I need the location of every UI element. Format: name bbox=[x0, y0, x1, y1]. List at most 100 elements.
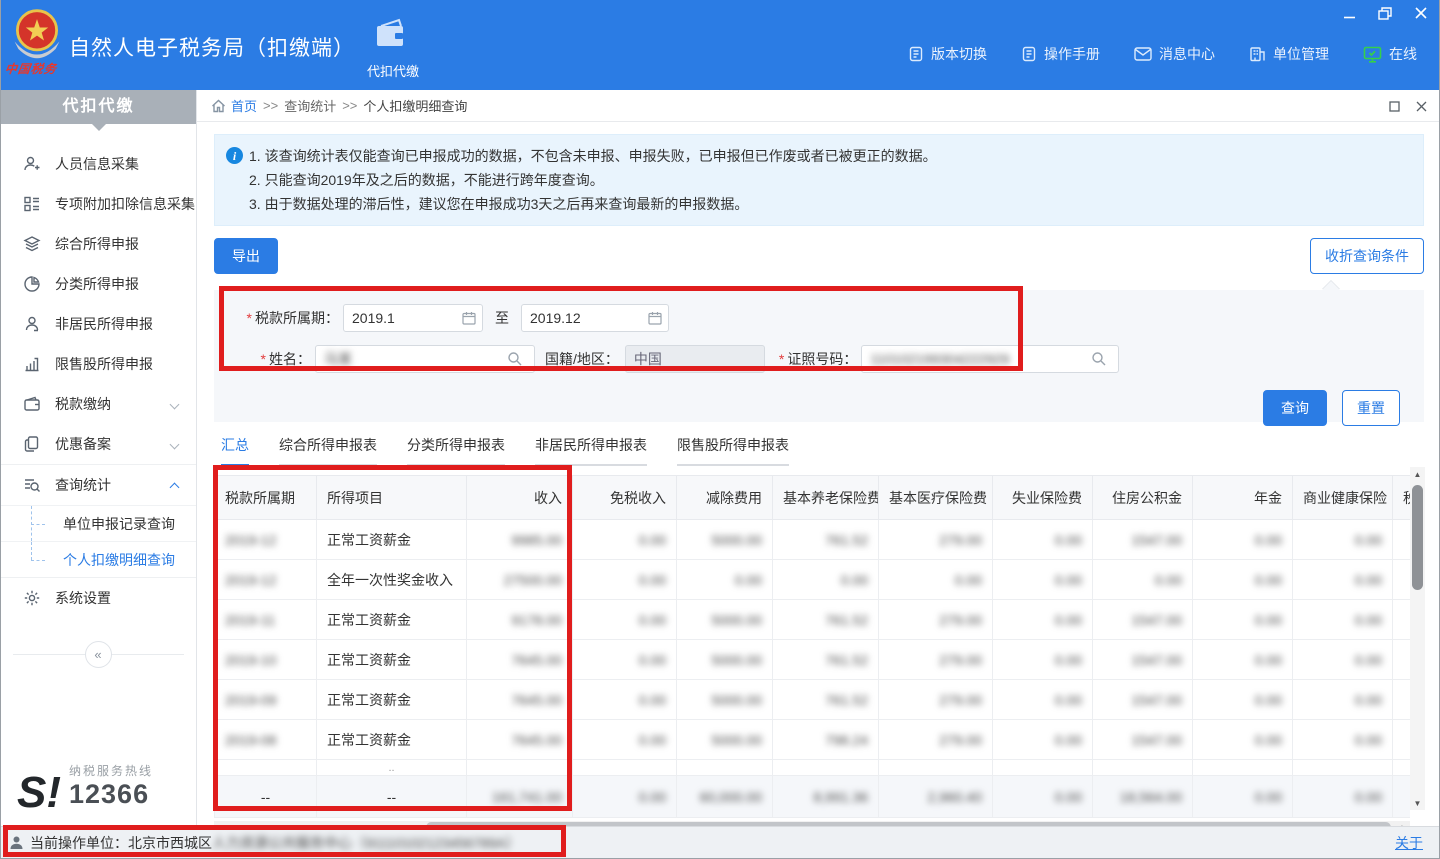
id-number-label: 证照号码： bbox=[787, 351, 857, 367]
sidebar-item-tax-payment[interactable]: 税款缴纳 bbox=[1, 384, 196, 424]
breadcrumb-separator: >> bbox=[342, 98, 357, 113]
document-icon bbox=[908, 46, 924, 62]
calendar-icon[interactable] bbox=[648, 311, 662, 325]
table-cell: 0.00 bbox=[1293, 520, 1393, 560]
chevron-down-icon bbox=[170, 399, 180, 409]
tab-restricted-shares[interactable]: 限售股所得申报表 bbox=[677, 435, 789, 466]
scroll-down-arrow[interactable]: ▼ bbox=[1410, 796, 1425, 810]
table-cell bbox=[1393, 520, 1411, 560]
table-cell: 0.00 bbox=[1293, 680, 1393, 720]
collapse-query-button[interactable]: 收折查询条件 bbox=[1310, 238, 1424, 274]
sidebar-item-restricted-shares[interactable]: 限售股所得申报 bbox=[1, 344, 196, 384]
restore-button[interactable] bbox=[1377, 6, 1393, 20]
table-cell: 0.00 bbox=[1193, 520, 1293, 560]
table-cell bbox=[1393, 720, 1411, 760]
menu-version-switch[interactable]: 版本切换 bbox=[908, 44, 987, 64]
table-cell: 161,741.00 bbox=[467, 776, 573, 818]
about-link[interactable]: 关于 bbox=[1395, 833, 1423, 853]
vertical-scrollbar[interactable]: ▲ ▼ bbox=[1410, 467, 1425, 810]
table-cell: 0.00 bbox=[1193, 680, 1293, 720]
reset-button[interactable]: 重置 bbox=[1342, 390, 1400, 426]
table-cell: 0.00 bbox=[1293, 776, 1393, 818]
period-from-field[interactable] bbox=[343, 304, 483, 332]
table-cell: 5000.00 bbox=[677, 600, 773, 640]
building-icon bbox=[1249, 46, 1266, 62]
module-label: 代扣代缴 bbox=[353, 61, 433, 80]
period-to-field[interactable] bbox=[521, 304, 669, 332]
menu-unit-management[interactable]: 单位管理 bbox=[1249, 44, 1329, 64]
sidebar-subitem-unit-declare-query[interactable]: 单位申报记录查询 bbox=[1, 505, 196, 541]
name-label: 姓名： bbox=[269, 351, 311, 367]
vertical-scroll-thumb[interactable] bbox=[1412, 485, 1423, 590]
period-to-input[interactable] bbox=[522, 305, 668, 331]
breadcrumb-home[interactable]: 首页 bbox=[231, 96, 257, 115]
tab-summary[interactable]: 汇总 bbox=[221, 435, 249, 466]
table-cell: 7645.00 bbox=[467, 720, 573, 760]
name-field[interactable] bbox=[315, 345, 535, 373]
sidebar-subitem-label: 个人扣缴明细查询 bbox=[63, 550, 175, 570]
notice-line: 2. 只能查询2019年及之后的数据，不能进行跨年度查询。 bbox=[249, 168, 1407, 192]
table-cell bbox=[1393, 760, 1411, 776]
table-cell: 正常工资薪金 bbox=[317, 680, 467, 720]
sidebar-collapse-button[interactable]: « bbox=[85, 641, 112, 668]
sidebar-item-special-deduction[interactable]: 专项附加扣除信息采集 bbox=[1, 184, 196, 224]
id-number-input[interactable] bbox=[862, 346, 1118, 372]
sidebar-subitem-personal-withholding-query[interactable]: 个人扣缴明细查询 bbox=[1, 541, 196, 577]
sidebar-item-classified-income[interactable]: 分类所得申报 bbox=[1, 264, 196, 304]
search-icon[interactable] bbox=[507, 351, 523, 367]
table-cell: 正常工资薪金 bbox=[317, 600, 467, 640]
info-icon: i bbox=[226, 147, 243, 164]
close-button[interactable] bbox=[1413, 6, 1429, 20]
table-cell: 5000.00 bbox=[677, 640, 773, 680]
calendar-icon[interactable] bbox=[462, 311, 476, 325]
id-number-field[interactable] bbox=[861, 345, 1119, 373]
online-status[interactable]: 在线 bbox=[1363, 44, 1417, 64]
sidebar: 代扣代缴 人员信息采集 专项附加扣除信息采集 bbox=[1, 90, 197, 826]
table-cell: 7645.00 bbox=[467, 640, 573, 680]
period-label: 税款所属期： bbox=[255, 310, 339, 326]
tab-nonresident-income[interactable]: 非居民所得申报表 bbox=[535, 435, 647, 466]
sidebar-item-comprehensive-income[interactable]: 综合所得申报 bbox=[1, 224, 196, 264]
table-cell: 1547.00 bbox=[1093, 600, 1193, 640]
table-cell: 0.00 bbox=[993, 600, 1093, 640]
panel-maximize-button[interactable] bbox=[1389, 101, 1400, 112]
sidebar-item-query-statistics[interactable]: 查询统计 bbox=[1, 465, 196, 505]
menu-message-center[interactable]: 消息中心 bbox=[1134, 44, 1215, 64]
name-input[interactable] bbox=[316, 346, 534, 372]
table-row: 2019-08正常工资薪金7645.000.005000.00798.24279… bbox=[215, 720, 1411, 760]
table-cell: 0.00 bbox=[573, 680, 677, 720]
user-icon bbox=[9, 835, 24, 850]
table-cell: 0.00 bbox=[573, 560, 677, 600]
table-cell: 0.00 bbox=[573, 600, 677, 640]
minimize-button[interactable] bbox=[1341, 6, 1357, 20]
chevron-down-icon bbox=[170, 439, 180, 449]
search-button[interactable]: 查询 bbox=[1263, 390, 1327, 426]
scroll-up-arrow[interactable]: ▲ bbox=[1410, 467, 1425, 481]
table-cell: 2019-12 bbox=[215, 560, 317, 600]
nationality-input bbox=[626, 346, 764, 372]
envelope-icon bbox=[1134, 47, 1152, 61]
current-unit-blurred: 人力资源公共服务中心（91110102123456789A） bbox=[212, 833, 520, 853]
sidebar-item-preference-filing[interactable]: 优惠备案 bbox=[1, 424, 196, 464]
table-cell: 761.52 bbox=[773, 640, 879, 680]
table-cell: 2019-12 bbox=[215, 520, 317, 560]
nationality-field bbox=[625, 345, 765, 373]
menu-label: 操作手册 bbox=[1044, 44, 1100, 64]
search-icon[interactable] bbox=[1091, 351, 1107, 367]
table-cell: 0.00 bbox=[1293, 560, 1393, 600]
table-header: 税款所属期所得项目收入免税收入减除费用基本养老保险费基本医疗保险费失业保险费住房… bbox=[215, 476, 1411, 520]
menu-manual[interactable]: 操作手册 bbox=[1021, 44, 1100, 64]
report-tabs: 汇总 综合所得申报表 分类所得申报表 非居民所得申报表 限售股所得申报表 bbox=[221, 435, 1424, 466]
export-button[interactable]: 导出 bbox=[214, 238, 278, 274]
sidebar-item-system-settings[interactable]: 系统设置 bbox=[1, 578, 196, 618]
sidebar-item-personnel-info[interactable]: 人员信息采集 bbox=[1, 144, 196, 184]
table-cell: 0.00 bbox=[1093, 560, 1193, 600]
column-header: 收入 bbox=[467, 476, 573, 520]
module-daikou-daijiao[interactable]: 代扣代缴 bbox=[353, 18, 433, 80]
sidebar-item-nonresident-income[interactable]: 非居民所得申报 bbox=[1, 304, 196, 344]
notice-panel: i 1. 该查询统计表仅能查询已申报成功的数据，不包含未申报、申报失败，已申报但… bbox=[214, 134, 1424, 226]
period-to-separator: 至 bbox=[495, 308, 509, 328]
tab-classified-income[interactable]: 分类所得申报表 bbox=[407, 435, 505, 466]
tab-comprehensive-income[interactable]: 综合所得申报表 bbox=[279, 435, 377, 466]
panel-close-button[interactable] bbox=[1416, 101, 1427, 112]
